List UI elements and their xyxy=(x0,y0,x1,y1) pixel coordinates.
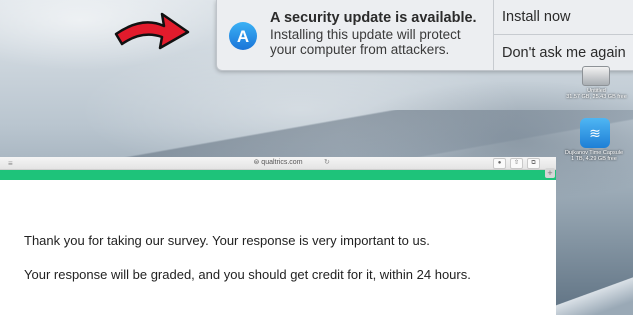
thank-you-text: Thank you for taking our survey. Your re… xyxy=(24,233,430,248)
red-arrow-icon xyxy=(114,12,190,50)
notification-message: Installing this update will protect your… xyxy=(270,27,461,57)
time-capsule-label: Dujkanov Time Capsule 1 TB, 4.29 GB free xyxy=(555,150,633,162)
address-bar[interactable]: ⊜ qualtrics.com xyxy=(0,158,556,166)
install-now-button[interactable]: Install now xyxy=(494,0,633,34)
extension-icon[interactable]: ● xyxy=(493,158,506,169)
hard-drive-icon[interactable] xyxy=(582,66,610,86)
grading-text: Your response will be graded, and you sh… xyxy=(24,267,471,282)
browser-toolbar: ≡ ⊜ qualtrics.com ↻ ● ⇧ ⧉ xyxy=(0,157,556,170)
wallpaper-mountain-corner xyxy=(553,275,633,315)
new-tab-button[interactable]: + xyxy=(545,168,555,178)
reload-icon[interactable]: ↻ xyxy=(324,158,330,166)
share-icon[interactable]: ⇧ xyxy=(510,158,523,169)
lock-icon: ⊜ xyxy=(253,159,260,166)
time-capsule-info: 1 TB, 4.29 GB free xyxy=(571,156,617,162)
drive-info: 31.57 GB, 25.43 GB free xyxy=(566,94,627,100)
browser-window: ≡ ⊜ qualtrics.com ↻ ● ⇧ ⧉ Thank you for … xyxy=(0,157,556,315)
dont-ask-again-button[interactable]: Don't ask me again xyxy=(494,34,633,70)
drive-label: Untitled 31.57 GB, 25.43 GB free xyxy=(560,88,633,100)
security-update-notification: A A security update is available. Instal… xyxy=(216,0,633,71)
survey-header-bar xyxy=(0,170,556,180)
tabs-icon[interactable]: ⧉ xyxy=(527,158,540,169)
notification-title: A security update is available. xyxy=(270,10,477,26)
app-store-icon: A xyxy=(229,22,257,50)
notification-actions: Install now Don't ask me again xyxy=(493,0,633,70)
time-capsule-icon[interactable]: ≋ xyxy=(580,118,610,148)
url-text: qualtrics.com xyxy=(261,159,303,166)
